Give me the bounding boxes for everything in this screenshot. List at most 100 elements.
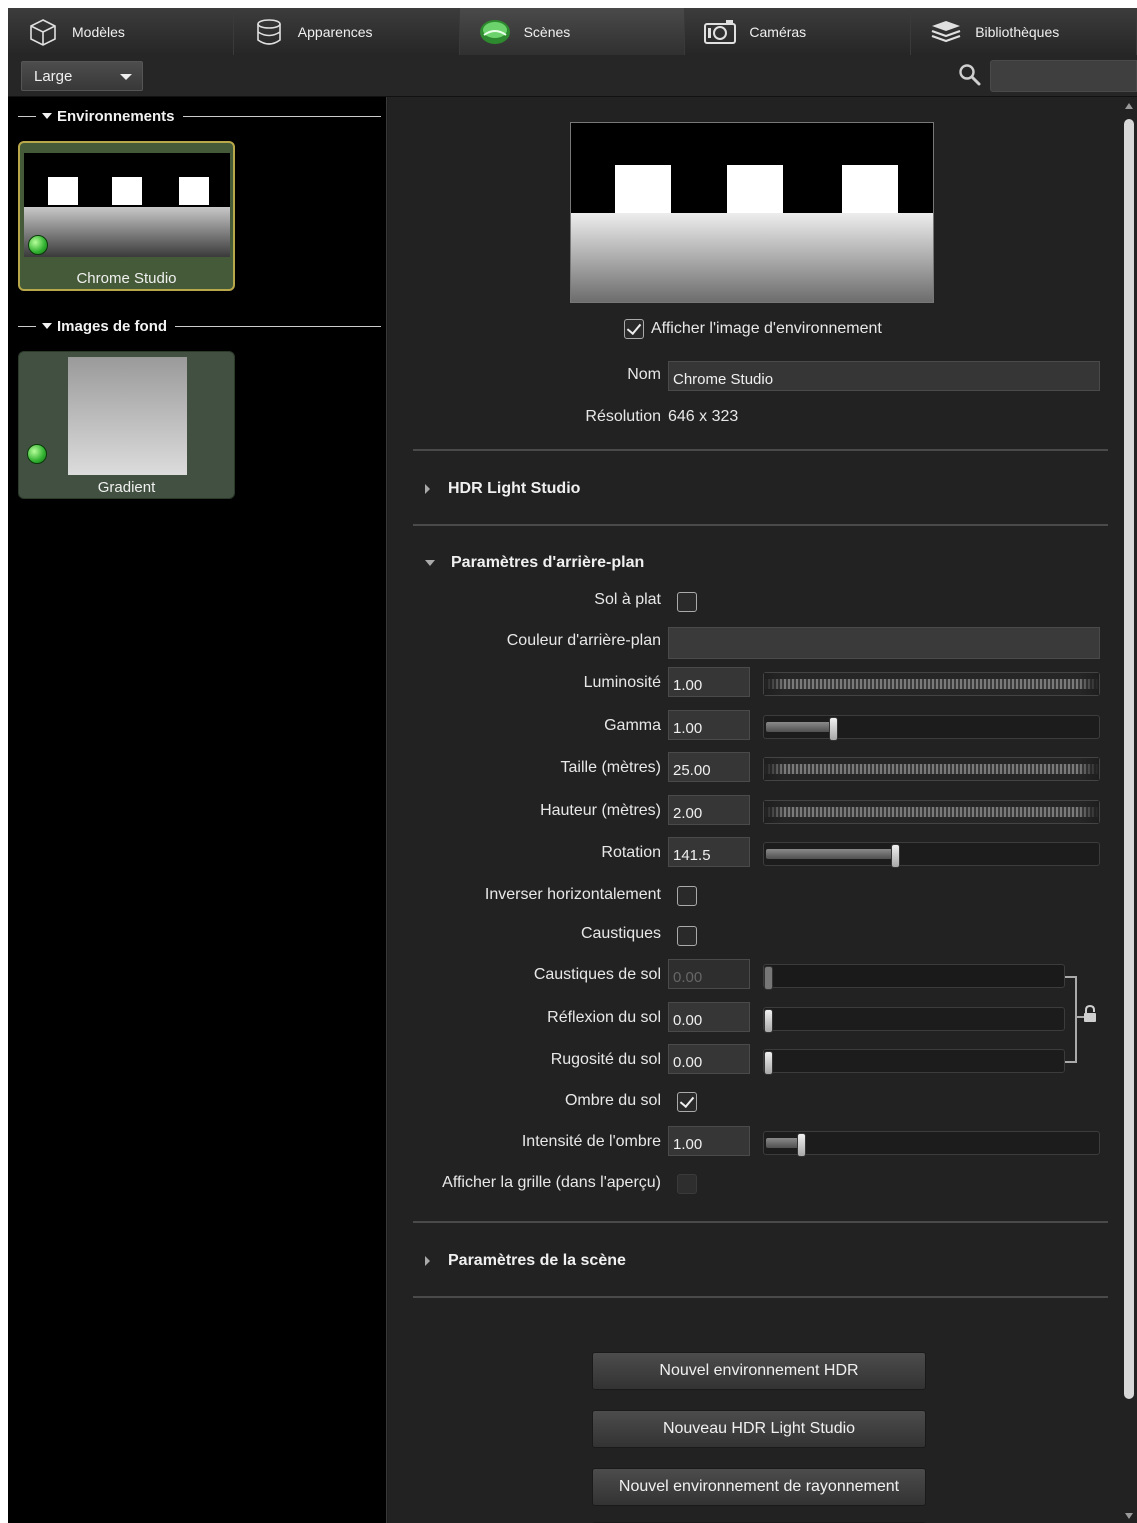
floor-roughness-slider[interactable] xyxy=(763,1049,1065,1075)
properties-pane: Afficher l'image d'environnement Nom Rés… xyxy=(388,97,1137,1523)
floor-caustics-slider[interactable] xyxy=(763,964,1065,990)
scene-params-group-header[interactable]: Paramètres de la scène xyxy=(425,1252,626,1270)
search-icon[interactable] xyxy=(958,63,982,87)
floor-reflection-slider[interactable] xyxy=(763,1007,1065,1033)
check-badge-icon xyxy=(27,444,47,464)
floor-reflection-field[interactable] xyxy=(668,1002,750,1032)
vertical-scrollbar[interactable] xyxy=(1121,97,1137,1523)
background-thumbnail xyxy=(68,357,187,475)
gamma-label: Gamma xyxy=(604,717,661,734)
tab-appearances[interactable]: Apparences xyxy=(233,8,460,55)
flip-horizontal-checkbox[interactable] xyxy=(677,886,697,906)
size-label: Taille (mètres) xyxy=(560,759,661,776)
scrollbar-thumb[interactable] xyxy=(1124,119,1134,1399)
environment-preview-image xyxy=(570,122,934,303)
scene-library-pane: Environnements Chrome Studio Images de f… xyxy=(8,97,387,1523)
shadow-intensity-field[interactable] xyxy=(668,1126,750,1156)
tab-scenes[interactable]: Scènes xyxy=(459,8,686,55)
caustics-checkbox[interactable] xyxy=(677,926,697,946)
floor-shadow-checkbox[interactable] xyxy=(677,1092,697,1112)
tab-models[interactable]: Modèles xyxy=(8,8,234,55)
tab-cameras-label: Caméras xyxy=(749,23,807,40)
rotation-label: Rotation xyxy=(601,844,661,861)
new-radiance-environment-button[interactable]: Nouvel environnement de rayonnement xyxy=(592,1468,926,1506)
search-input[interactable] xyxy=(990,60,1137,92)
check-badge-icon xyxy=(28,235,48,255)
scroll-down-arrow-icon[interactable] xyxy=(1125,1513,1133,1519)
show-env-image-checkbox[interactable] xyxy=(624,319,644,339)
thumbnail-size-value: Large xyxy=(34,68,73,85)
tab-bar: Modèles Apparences Scènes Caméras Biblio… xyxy=(8,8,1137,55)
scroll-up-arrow-icon[interactable] xyxy=(1125,103,1133,109)
lock-icon[interactable] xyxy=(1083,1004,1097,1028)
floor-roughness-field[interactable] xyxy=(668,1044,750,1074)
height-field[interactable] xyxy=(668,795,750,825)
name-label: Nom xyxy=(627,366,661,383)
tab-libraries-label: Bibliothèques xyxy=(975,23,1060,40)
database-cylinder-icon xyxy=(252,17,286,47)
slider-fill xyxy=(766,1138,799,1148)
chevron-down-icon xyxy=(120,74,132,80)
slider-handle[interactable] xyxy=(764,1051,773,1075)
environments-section-header[interactable]: Environnements xyxy=(8,105,387,127)
books-stack-icon xyxy=(929,17,963,47)
height-label: Hauteur (mètres) xyxy=(540,802,661,819)
divider xyxy=(413,449,1108,451)
expand-triangle-icon xyxy=(425,484,430,494)
slider-handle[interactable] xyxy=(797,1133,806,1157)
gamma-slider[interactable] xyxy=(763,715,1100,741)
resolution-value: 646 x 323 xyxy=(668,408,739,425)
slider-handle[interactable] xyxy=(829,717,838,741)
slider-handle[interactable] xyxy=(764,1009,773,1033)
floor-roughness-label: Rugosité du sol xyxy=(550,1051,661,1068)
background-item-label: Gradient xyxy=(97,479,156,496)
floor-reflection-label: Réflexion du sol xyxy=(547,1009,661,1026)
camera-icon xyxy=(703,17,737,47)
scene-params-title: Paramètres de la scène xyxy=(448,1252,626,1269)
new-hdr-environment-button[interactable]: Nouvel environnement HDR xyxy=(592,1352,926,1390)
cube-icon xyxy=(26,17,60,47)
backgrounds-section-header[interactable]: Images de fond xyxy=(8,315,387,337)
name-field[interactable] xyxy=(668,361,1100,391)
tab-cameras[interactable]: Caméras xyxy=(685,8,912,55)
size-field[interactable] xyxy=(668,752,750,782)
tab-libraries[interactable]: Bibliothèques xyxy=(911,8,1137,55)
caustics-label: Caustiques xyxy=(580,925,661,942)
slider-handle[interactable] xyxy=(764,966,773,990)
link-bracket xyxy=(1065,976,1077,1063)
globe-scene-icon xyxy=(478,17,512,47)
flip-horizontal-label: Inverser horizontalement xyxy=(484,886,661,903)
hdr-light-studio-group-header[interactable]: HDR Light Studio xyxy=(425,480,580,498)
flat-floor-checkbox[interactable] xyxy=(677,592,697,612)
toolbar: Large xyxy=(8,55,1137,97)
size-jog-slider[interactable] xyxy=(763,757,1100,781)
bg-color-label: Couleur d'arrière-plan xyxy=(506,632,661,649)
new-hdr-light-studio-button[interactable]: Nouveau HDR Light Studio xyxy=(592,1410,926,1448)
environment-item-chrome-studio[interactable]: Chrome Studio xyxy=(18,141,235,291)
rotation-slider[interactable] xyxy=(763,842,1100,868)
floor-caustics-field[interactable] xyxy=(668,959,750,989)
tab-scenes-label: Scènes xyxy=(523,23,571,40)
tab-appearances-label: Apparences xyxy=(297,23,373,40)
brightness-field[interactable] xyxy=(668,667,750,697)
slider-handle[interactable] xyxy=(891,844,900,868)
backgrounds-section-title: Images de fond xyxy=(57,317,168,335)
slider-fill xyxy=(766,849,893,859)
rotation-field[interactable] xyxy=(668,837,750,867)
height-jog-slider[interactable] xyxy=(763,800,1100,824)
gamma-field[interactable] xyxy=(668,710,750,740)
hdr-light-studio-title: HDR Light Studio xyxy=(448,480,581,497)
bg-color-swatch[interactable] xyxy=(668,627,1100,659)
collapse-triangle-icon xyxy=(42,323,52,329)
brightness-jog-slider[interactable] xyxy=(763,672,1100,696)
divider xyxy=(413,1221,1108,1223)
app-window: Modèles Apparences Scènes Caméras Biblio… xyxy=(8,8,1137,1523)
shadow-intensity-slider[interactable] xyxy=(763,1131,1100,1157)
floor-shadow-label: Ombre du sol xyxy=(564,1092,661,1109)
show-grid-checkbox[interactable] xyxy=(677,1174,697,1194)
thumbnail-size-dropdown[interactable]: Large xyxy=(21,61,143,91)
background-params-group-header[interactable]: Paramètres d'arrière-plan xyxy=(425,554,644,572)
tab-models-label: Modèles xyxy=(72,23,125,40)
background-item-gradient[interactable]: Gradient xyxy=(18,351,235,499)
environments-section-title: Environnements xyxy=(57,107,175,125)
